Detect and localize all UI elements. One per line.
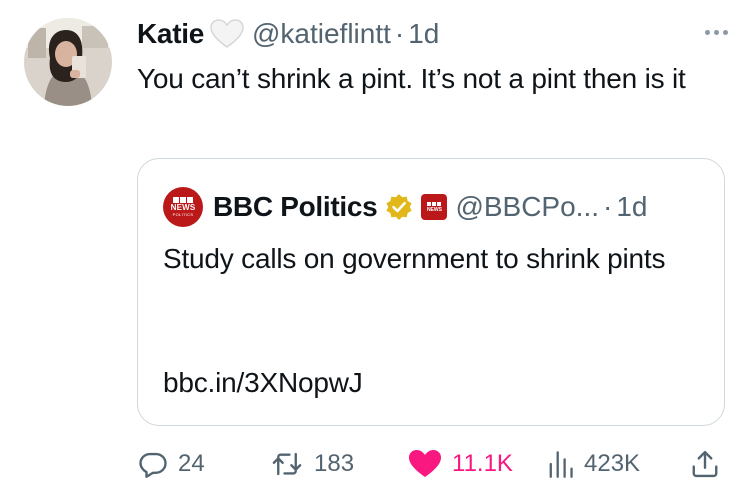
bar-chart-icon bbox=[546, 449, 574, 479]
reply-count: 24 bbox=[178, 450, 205, 477]
quoted-handle[interactable]: @BBCPo... bbox=[455, 191, 599, 223]
gold-verified-check-icon bbox=[385, 193, 413, 221]
bbc-news-avatar[interactable]: NEWS POLITICS bbox=[163, 187, 203, 227]
bbc-affiliate-word: NEWS bbox=[426, 206, 442, 213]
tweet[interactable]: Katie @katieflintt · 1d You can’t shrink… bbox=[0, 0, 750, 491]
share-upload-icon bbox=[690, 449, 720, 479]
share-button[interactable] bbox=[690, 446, 720, 482]
author-handle[interactable]: @katieflintt bbox=[252, 18, 391, 50]
retweet-count: 183 bbox=[314, 450, 355, 477]
author-avatar[interactable] bbox=[24, 18, 112, 106]
author-display-name[interactable]: Katie bbox=[137, 18, 204, 50]
bbc-avatar-sub: POLITICS bbox=[172, 212, 194, 217]
quoted-display-name[interactable]: BBC Politics bbox=[213, 191, 378, 223]
views-count: 423K bbox=[584, 450, 641, 477]
meta-separator: · bbox=[394, 18, 405, 49]
quoted-tweet-link[interactable]: bbc.in/3XNopwJ bbox=[163, 362, 363, 403]
heart-filled-icon bbox=[408, 449, 442, 479]
bbc-affiliate-badge[interactable]: NEWS bbox=[421, 194, 448, 220]
quoted-meta-separator: · bbox=[603, 191, 613, 222]
views-button[interactable]: 423K bbox=[546, 446, 640, 482]
tweet-text: You can’t shrink a pint. It’s not a pint… bbox=[137, 63, 686, 94]
like-button[interactable]: 11.1K bbox=[408, 446, 513, 482]
quoted-tweet-text: Study calls on government to shrink pint… bbox=[163, 243, 666, 274]
retweet-icon bbox=[270, 449, 304, 479]
reply-button[interactable]: 24 bbox=[138, 446, 205, 482]
quoted-timestamp[interactable]: 1d bbox=[616, 191, 647, 223]
white-heart-icon bbox=[210, 19, 244, 49]
quoted-tweet-header: NEWS POLITICS BBC Politics NEWS @BBCPo..… bbox=[163, 187, 648, 227]
tweet-timestamp[interactable]: 1d bbox=[408, 18, 439, 50]
tweet-actions-bar: 24 183 11.1K 423K bbox=[0, 446, 750, 482]
retweet-button[interactable]: 183 bbox=[270, 446, 354, 482]
reply-bubble-icon bbox=[138, 449, 168, 479]
tweet-header: Katie @katieflintt · 1d bbox=[137, 14, 439, 54]
like-count: 11.1K bbox=[452, 450, 513, 477]
more-horizontal-icon[interactable] bbox=[705, 30, 728, 35]
bbc-avatar-word: NEWS bbox=[170, 203, 196, 212]
quoted-tweet-card[interactable]: NEWS POLITICS BBC Politics NEWS @BBCPo..… bbox=[137, 158, 725, 426]
